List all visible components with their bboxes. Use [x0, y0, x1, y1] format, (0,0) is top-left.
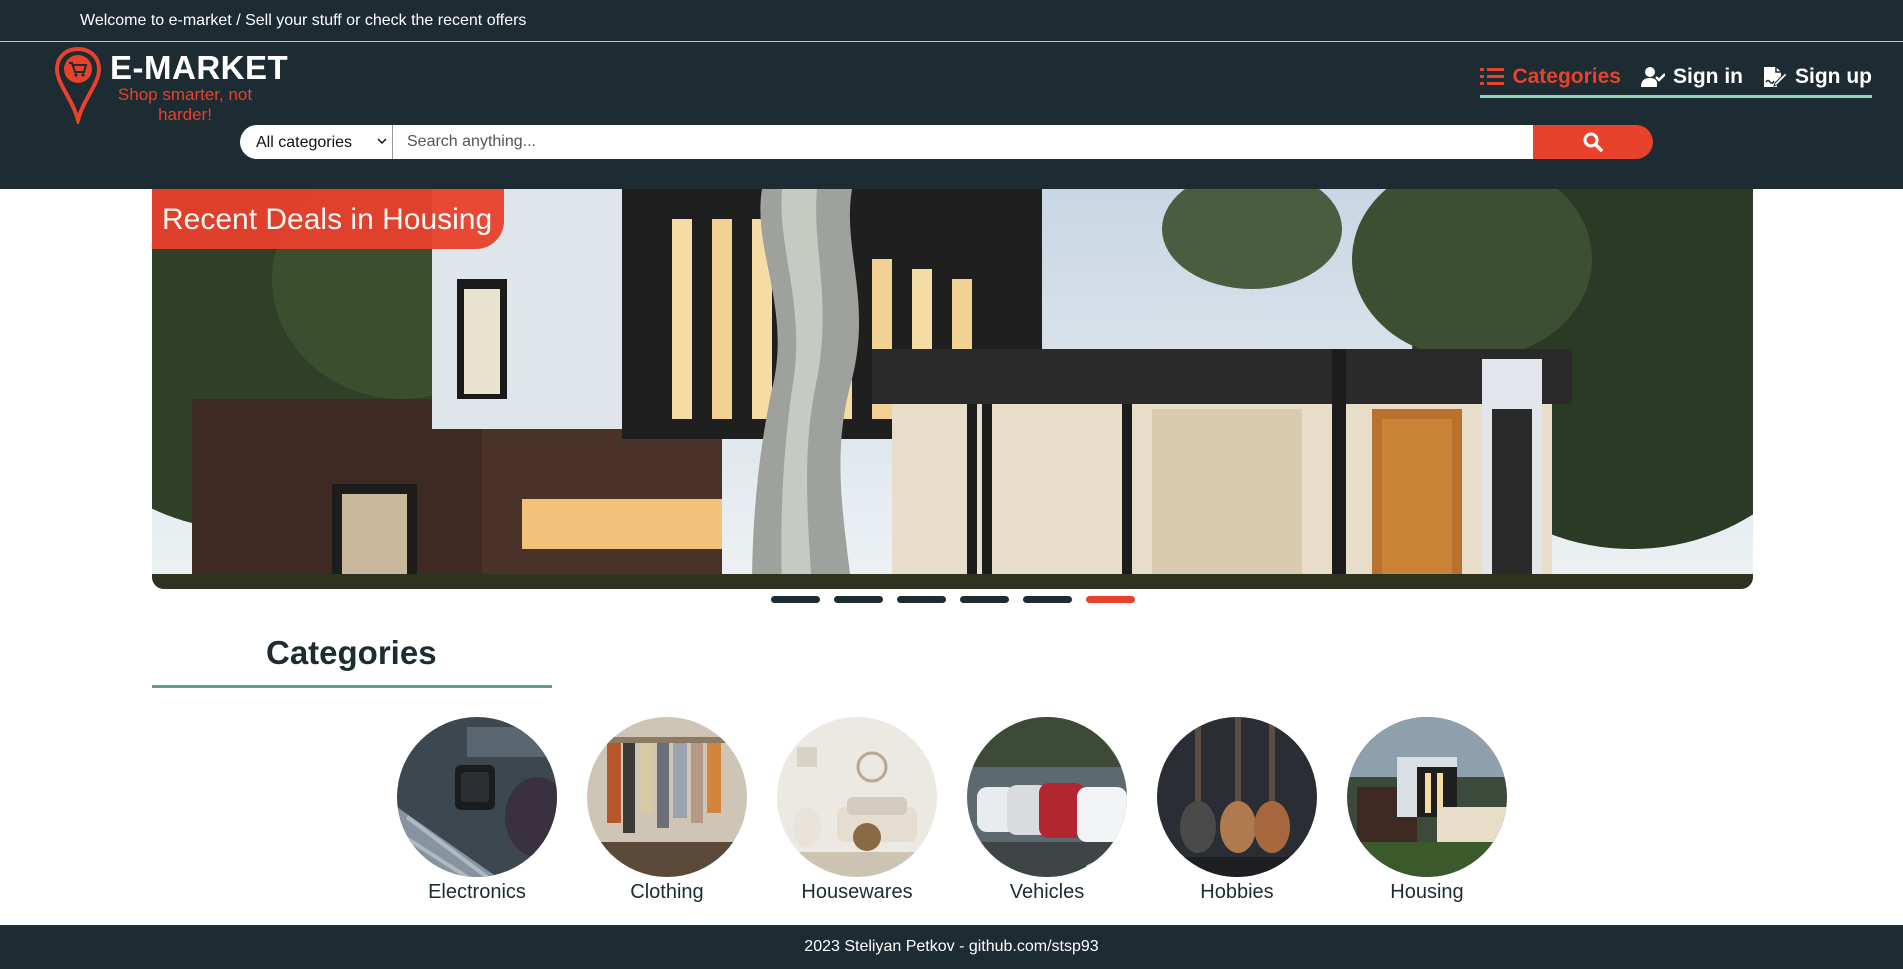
category-name: Electronics	[428, 881, 526, 903]
logo[interactable]: E-MARKET Shop smarter, not harder!	[54, 46, 294, 130]
main-nav: Categories Sign in Sign up	[1480, 62, 1872, 98]
hobbies-image	[1157, 717, 1317, 877]
category-select[interactable]: All categories	[240, 125, 393, 159]
category-housewares[interactable]: Housewares	[777, 717, 937, 904]
category-vehicles[interactable]: Vehicles	[967, 717, 1127, 904]
vehicles-image	[967, 717, 1127, 877]
category-image	[777, 717, 937, 877]
carousel-indicators	[771, 596, 1135, 603]
top-bar: Welcome to e-market / Sell your stuff or…	[0, 0, 1903, 42]
footer: 2023 Steliyan Petkov - github.com/stsp93	[0, 925, 1903, 969]
nav-sign-in[interactable]: Sign in	[1641, 65, 1743, 89]
category-clothing[interactable]: Clothing	[587, 717, 747, 904]
category-image	[397, 717, 557, 877]
category-name: Vehicles	[1009, 881, 1085, 903]
carousel-dot[interactable]	[897, 596, 946, 603]
category-image	[967, 717, 1127, 877]
nav-sign-up[interactable]: Sign up	[1763, 65, 1872, 89]
housewares-image	[777, 717, 937, 877]
category-image	[1347, 717, 1507, 877]
category-name: Housewares	[801, 881, 913, 903]
category-select-wrap: All categories	[240, 125, 393, 159]
carousel-dot[interactable]	[771, 596, 820, 603]
carousel-dot[interactable]	[960, 596, 1009, 603]
category-housing[interactable]: Housing	[1347, 717, 1507, 904]
category-hobbies[interactable]: Hobbies	[1157, 717, 1317, 904]
brand-name: E-MARKET	[110, 49, 289, 86]
nav-sign-up-label: Sign up	[1795, 64, 1872, 88]
hero-label: Recent Deals in Housing	[152, 189, 505, 249]
category-image	[587, 717, 747, 877]
header: E-MARKET Shop smarter, not harder! Categ…	[0, 42, 1903, 189]
category-image	[1157, 717, 1317, 877]
category-name: Hobbies	[1200, 881, 1274, 903]
housing-image	[1347, 717, 1507, 877]
brand-tagline: Shop smarter, not harder!	[117, 85, 253, 124]
carousel-dot-active[interactable]	[1086, 596, 1135, 603]
carousel-dot[interactable]	[1023, 596, 1072, 603]
electronics-image	[397, 717, 557, 877]
nav-categories-label: Categories	[1512, 64, 1621, 88]
search-bar: All categories	[240, 125, 1653, 159]
category-name: Housing	[1390, 881, 1464, 903]
nav-sign-in-label: Sign in	[1673, 64, 1743, 88]
map-pin-cart-icon	[54, 46, 102, 124]
search-icon	[1583, 132, 1603, 152]
category-name: Clothing	[630, 881, 704, 903]
category-electronics[interactable]: Electronics	[397, 717, 557, 904]
category-list: Electronics Clothing Housewares Vehicles…	[397, 717, 1507, 904]
clothing-image	[587, 717, 747, 877]
footer-text: 2023 Steliyan Petkov - github.com/stsp93	[804, 938, 1099, 955]
user-check-icon	[1641, 66, 1665, 87]
hero-banner[interactable]: Recent Deals in Housing	[152, 189, 1753, 589]
categories-title: Categories	[266, 634, 437, 671]
signature-icon	[1764, 66, 1787, 87]
categories-heading: Categories	[152, 632, 552, 688]
search-button[interactable]	[1533, 125, 1653, 159]
list-icon	[1480, 67, 1505, 85]
nav-categories[interactable]: Categories	[1480, 65, 1621, 89]
search-input[interactable]	[393, 125, 1533, 159]
welcome-text: Welcome to e-market / Sell your stuff or…	[80, 12, 527, 29]
carousel-dot[interactable]	[834, 596, 883, 603]
